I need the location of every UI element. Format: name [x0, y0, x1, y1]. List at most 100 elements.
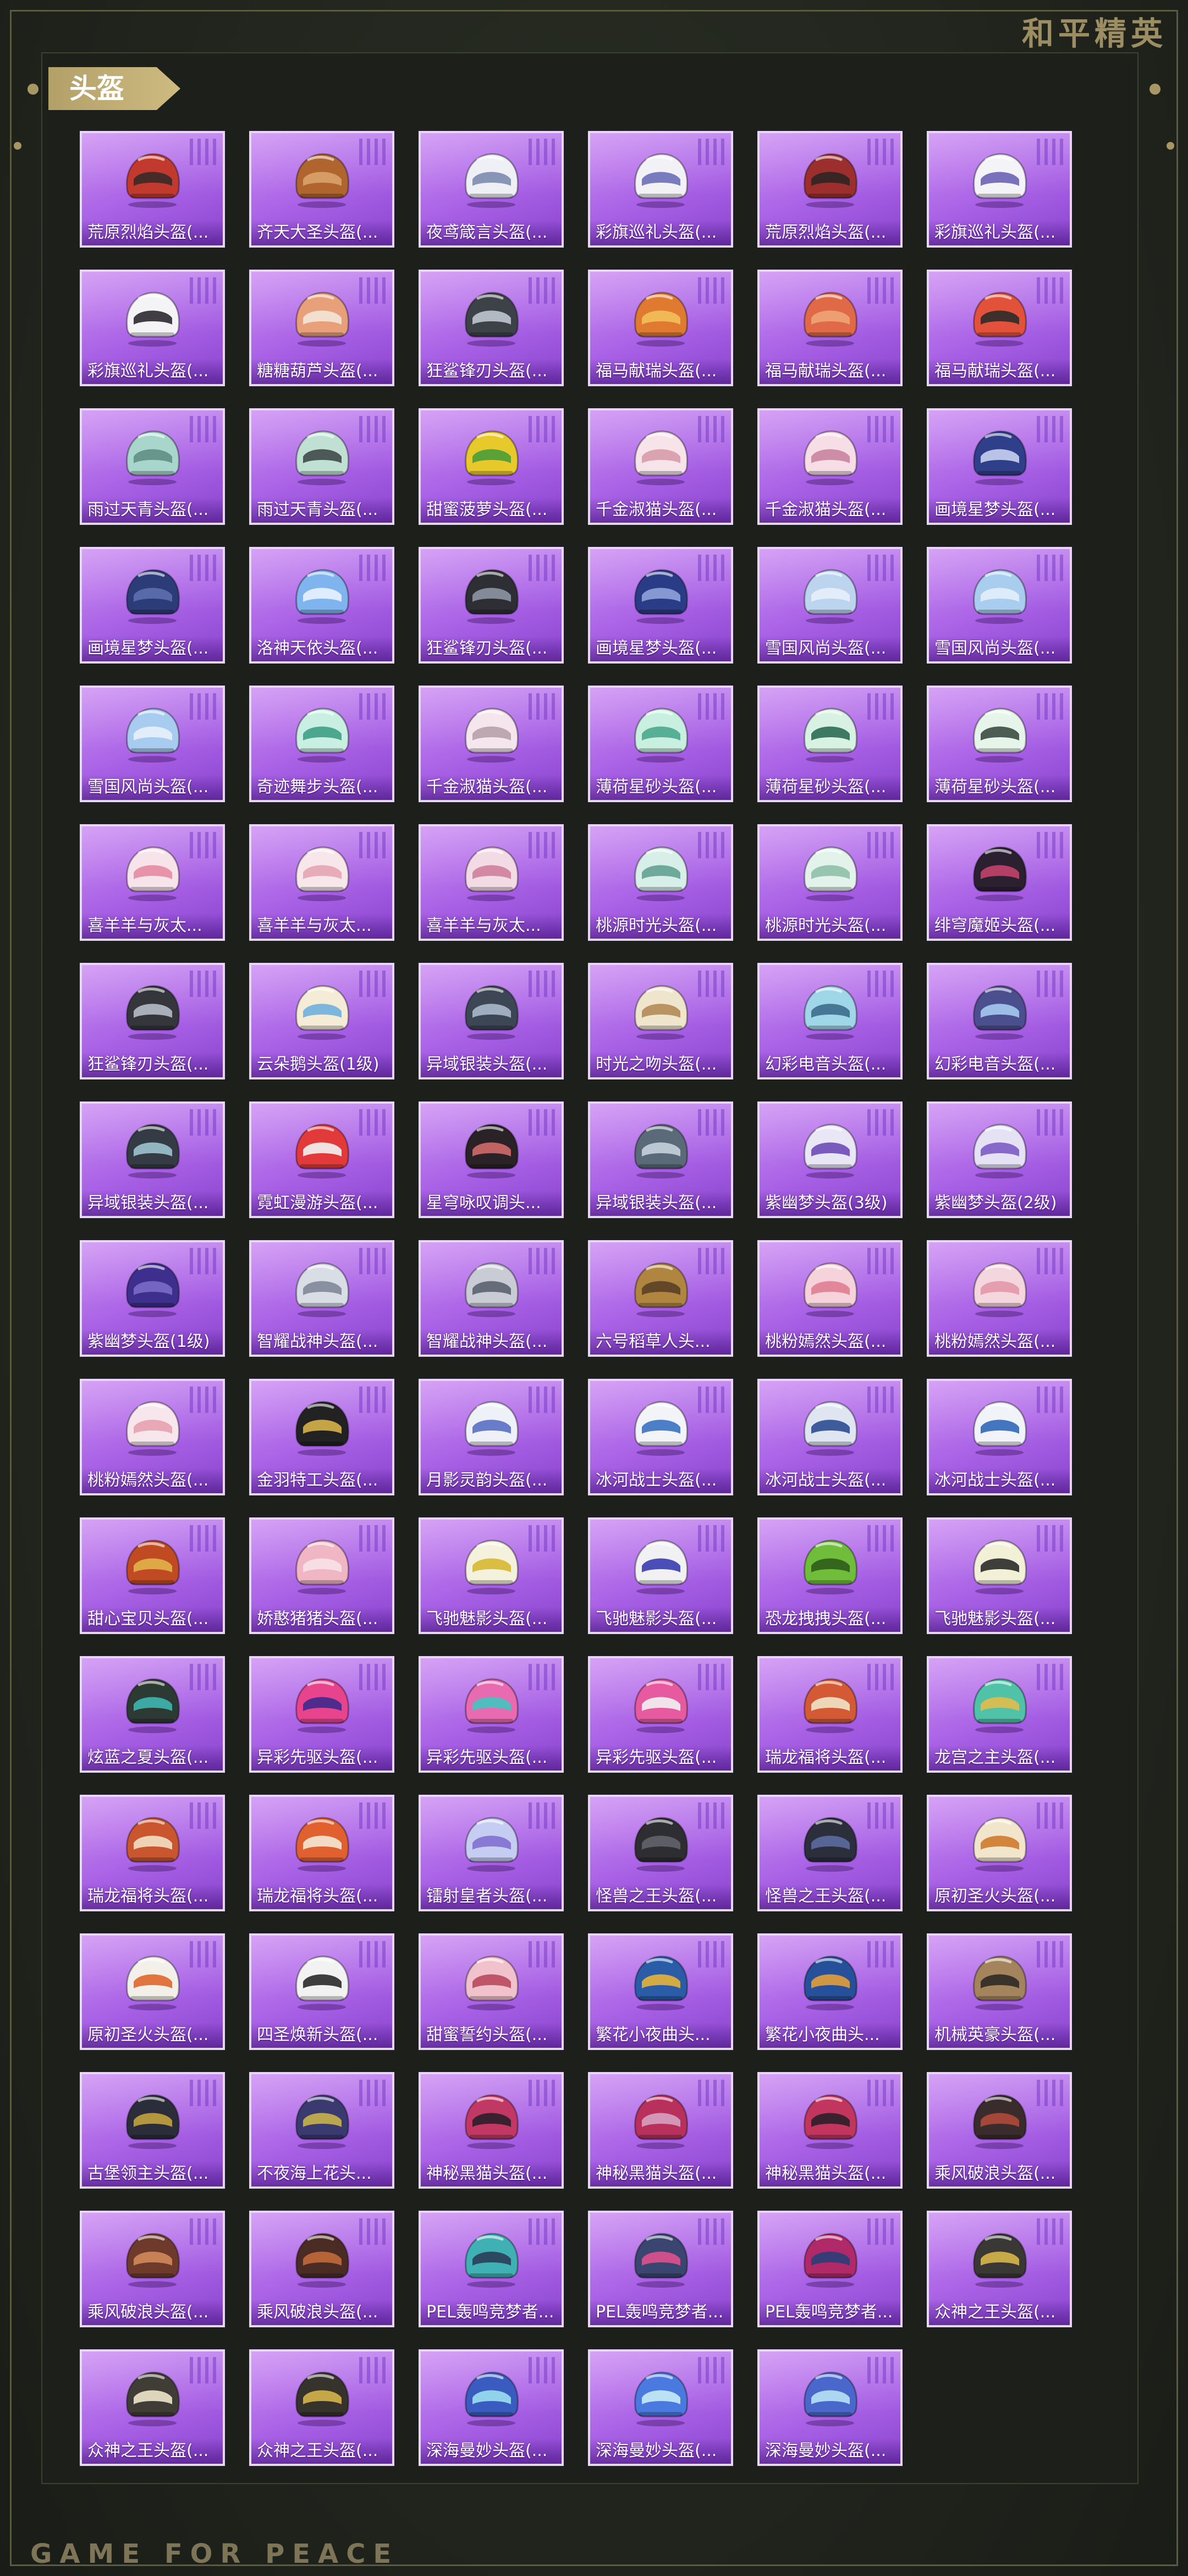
helmet-item-card[interactable]: 云朵鹅头盔(1级) — [249, 963, 394, 1079]
helmet-item-card[interactable]: 深海曼妙头盔(... — [419, 2349, 564, 2466]
helmet-item-card[interactable]: 甜蜜菠萝头盔(... — [419, 408, 564, 525]
helmet-item-card[interactable]: 桃粉嫣然头盔(... — [80, 1379, 225, 1495]
helmet-item-card[interactable]: 乘风破浪头盔(... — [80, 2211, 225, 2327]
helmet-item-card[interactable]: 冰河战士头盔(... — [927, 1379, 1072, 1495]
helmet-item-card[interactable]: 桃源时光头盔(... — [757, 824, 903, 941]
helmet-item-card[interactable]: 原初圣火头盔(... — [80, 1933, 225, 2050]
helmet-item-card[interactable]: 异域银装头盔(... — [419, 963, 564, 1079]
helmet-item-card[interactable]: 深海曼妙头盔(... — [588, 2349, 733, 2466]
helmet-item-card[interactable]: 六号稻草人头... — [588, 1240, 733, 1357]
helmet-item-card[interactable]: 神秘黑猫头盔(... — [757, 2072, 903, 2189]
helmet-item-card[interactable]: 齐天大圣头盔(... — [249, 131, 394, 248]
helmet-item-card[interactable]: 千金淑猫头盔(... — [588, 408, 733, 525]
helmet-item-card[interactable]: 镭射皇者头盔(... — [419, 1795, 564, 1911]
helmet-item-card[interactable]: 荒原烈焰头盔(... — [80, 131, 225, 248]
helmet-item-card[interactable]: 神秘黑猫头盔(... — [419, 2072, 564, 2189]
helmet-item-card[interactable]: 薄荷星砂头盔(... — [927, 686, 1072, 802]
helmet-item-card[interactable]: 冰河战士头盔(... — [588, 1379, 733, 1495]
helmet-item-card[interactable]: 喜羊羊与灰太... — [80, 824, 225, 941]
helmet-item-card[interactable]: 众神之王头盔(... — [927, 2211, 1072, 2327]
helmet-item-card[interactable]: 异彩先驱头盔(... — [419, 1656, 564, 1773]
helmet-item-card[interactable]: 彩旗巡礼头盔(... — [80, 270, 225, 386]
helmet-item-card[interactable]: 娇憨猪猪头盔(... — [249, 1517, 394, 1634]
helmet-item-card[interactable]: 画境星梦头盔(... — [588, 547, 733, 664]
helmet-item-card[interactable]: 瑞龙福将头盔(... — [249, 1795, 394, 1911]
helmet-item-card[interactable]: 千金淑猫头盔(... — [419, 686, 564, 802]
helmet-item-card[interactable]: 异域银装头盔(... — [80, 1101, 225, 1218]
helmet-item-card[interactable]: 福马献瑞头盔(... — [927, 270, 1072, 386]
helmet-item-card[interactable]: 画境星梦头盔(... — [80, 547, 225, 664]
helmet-item-card[interactable]: 异彩先驱头盔(... — [249, 1656, 394, 1773]
helmet-item-card[interactable]: 恐龙拽拽头盔(... — [757, 1517, 903, 1634]
helmet-item-card[interactable]: PEL轰鸣竞梦者... — [757, 2211, 903, 2327]
helmet-item-card[interactable]: 雪国风尚头盔(... — [757, 547, 903, 664]
helmet-item-card[interactable]: 飞驰魅影头盔(... — [927, 1517, 1072, 1634]
helmet-item-card[interactable]: 薄荷星砂头盔(... — [757, 686, 903, 802]
helmet-item-card[interactable]: 繁花小夜曲头... — [588, 1933, 733, 2050]
helmet-item-card[interactable]: 彩旗巡礼头盔(... — [927, 131, 1072, 248]
helmet-item-card[interactable]: 深海曼妙头盔(... — [757, 2349, 903, 2466]
helmet-item-card[interactable]: PEL轰鸣竞梦者... — [588, 2211, 733, 2327]
helmet-item-card[interactable]: 福马献瑞头盔(... — [588, 270, 733, 386]
helmet-item-card[interactable]: 千金淑猫头盔(... — [757, 408, 903, 525]
helmet-item-card[interactable]: 龙宫之主头盔(... — [927, 1656, 1072, 1773]
helmet-item-card[interactable]: 四圣焕新头盔(... — [249, 1933, 394, 2050]
helmet-item-card[interactable]: 机械英豪头盔(... — [927, 1933, 1072, 2050]
helmet-item-card[interactable]: 飞驰魅影头盔(... — [419, 1517, 564, 1634]
helmet-item-card[interactable]: 狂鲨锋刃头盔(... — [80, 963, 225, 1079]
helmet-item-card[interactable]: 原初圣火头盔(... — [927, 1795, 1072, 1911]
helmet-item-card[interactable]: 糖糖葫芦头盔(... — [249, 270, 394, 386]
helmet-item-card[interactable]: 金羽特工头盔(... — [249, 1379, 394, 1495]
helmet-item-card[interactable]: 异彩先驱头盔(... — [588, 1656, 733, 1773]
helmet-item-card[interactable]: 狂鲨锋刃头盔(... — [419, 547, 564, 664]
helmet-item-card[interactable]: 瑞龙福将头盔(... — [80, 1795, 225, 1911]
helmet-item-card[interactable]: 紫幽梦头盔(3级) — [757, 1101, 903, 1218]
helmet-item-card[interactable]: 紫幽梦头盔(2级) — [927, 1101, 1072, 1218]
helmet-item-card[interactable]: 霓虹漫游头盔(... — [249, 1101, 394, 1218]
helmet-item-card[interactable]: 怪兽之王头盔(... — [757, 1795, 903, 1911]
helmet-item-card[interactable]: 众神之王头盔(... — [249, 2349, 394, 2466]
helmet-item-card[interactable]: 绯穹魔姬头盔(... — [927, 824, 1072, 941]
helmet-item-card[interactable]: 紫幽梦头盔(1级) — [80, 1240, 225, 1357]
helmet-item-card[interactable]: 甜心宝贝头盔(... — [80, 1517, 225, 1634]
helmet-item-card[interactable]: 繁花小夜曲头... — [757, 1933, 903, 2050]
helmet-item-card[interactable]: 怪兽之王头盔(... — [588, 1795, 733, 1911]
helmet-item-card[interactable]: 奇迹舞步头盔(... — [249, 686, 394, 802]
helmet-item-card[interactable]: 雪国风尚头盔(... — [80, 686, 225, 802]
helmet-item-card[interactable]: 幻彩电音头盔(... — [757, 963, 903, 1079]
helmet-item-card[interactable]: 雨过天青头盔(... — [80, 408, 225, 525]
helmet-item-card[interactable]: 冰河战士头盔(... — [757, 1379, 903, 1495]
helmet-item-card[interactable]: 喜羊羊与灰太... — [419, 824, 564, 941]
helmet-item-card[interactable]: 桃粉嫣然头盔(... — [757, 1240, 903, 1357]
helmet-item-card[interactable]: 智耀战神头盔(... — [419, 1240, 564, 1357]
helmet-item-card[interactable]: 炫蓝之夏头盔(... — [80, 1656, 225, 1773]
helmet-item-card[interactable]: 瑞龙福将头盔(... — [757, 1656, 903, 1773]
helmet-item-card[interactable]: 画境星梦头盔(... — [927, 408, 1072, 525]
helmet-item-card[interactable]: 月影灵韵头盔(... — [419, 1379, 564, 1495]
helmet-item-card[interactable]: 洛神天依头盔(... — [249, 547, 394, 664]
helmet-item-card[interactable]: PEL轰鸣竞梦者... — [419, 2211, 564, 2327]
helmet-item-card[interactable]: 飞驰魅影头盔(... — [588, 1517, 733, 1634]
helmet-item-card[interactable]: 荒原烈焰头盔(... — [757, 131, 903, 248]
helmet-item-card[interactable]: 夜鸢箴言头盔(... — [419, 131, 564, 248]
helmet-item-card[interactable]: 雪国风尚头盔(... — [927, 547, 1072, 664]
helmet-item-card[interactable]: 狂鲨锋刃头盔(... — [419, 270, 564, 386]
helmet-item-card[interactable]: 喜羊羊与灰太... — [249, 824, 394, 941]
helmet-item-card[interactable]: 福马献瑞头盔(... — [757, 270, 903, 386]
helmet-item-card[interactable]: 甜蜜誓约头盔(... — [419, 1933, 564, 2050]
helmet-item-card[interactable]: 乘风破浪头盔(... — [249, 2211, 394, 2327]
helmet-item-card[interactable]: 星穹咏叹调头... — [419, 1101, 564, 1218]
helmet-item-card[interactable]: 幻彩电音头盔(... — [927, 963, 1072, 1079]
helmet-item-card[interactable]: 乘风破浪头盔(... — [927, 2072, 1072, 2189]
helmet-item-card[interactable]: 彩旗巡礼头盔(... — [588, 131, 733, 248]
helmet-item-card[interactable]: 古堡领主头盔(... — [80, 2072, 225, 2189]
helmet-item-card[interactable]: 异域银装头盔(... — [588, 1101, 733, 1218]
helmet-item-card[interactable]: 桃粉嫣然头盔(... — [927, 1240, 1072, 1357]
helmet-item-card[interactable]: 时光之吻头盔(... — [588, 963, 733, 1079]
helmet-item-card[interactable]: 薄荷星砂头盔(... — [588, 686, 733, 802]
helmet-item-card[interactable]: 不夜海上花头... — [249, 2072, 394, 2189]
helmet-item-card[interactable]: 桃源时光头盔(... — [588, 824, 733, 941]
helmet-item-card[interactable]: 智耀战神头盔(... — [249, 1240, 394, 1357]
helmet-item-card[interactable]: 神秘黑猫头盔(... — [588, 2072, 733, 2189]
helmet-item-card[interactable]: 众神之王头盔(... — [80, 2349, 225, 2466]
